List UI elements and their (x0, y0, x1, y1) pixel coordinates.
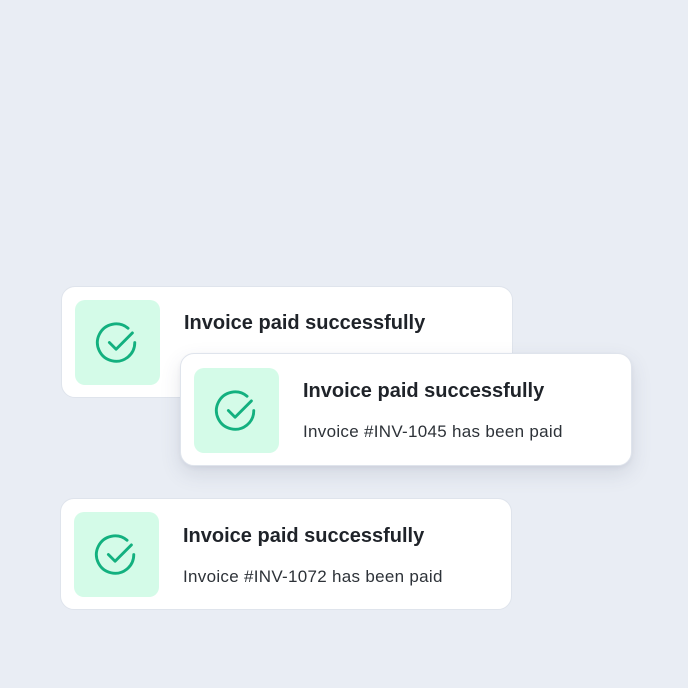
check-circle-icon (214, 389, 255, 431)
notification-message: Invoice #INV-1045 has been paid (303, 422, 563, 441)
success-icon-tile (74, 512, 159, 597)
notification-title: Invoice paid successfully (183, 525, 425, 547)
notification-title: Invoice paid successfully (303, 380, 545, 402)
check-circle-icon (95, 321, 136, 363)
notification-message: Invoice #INV-1072 has been paid (183, 567, 443, 586)
notification-toast-bottom[interactable]: Invoice paid successfully Invoice #INV-1… (60, 498, 512, 610)
notification-title: Invoice paid successfully (184, 312, 426, 334)
check-circle-icon (94, 533, 135, 575)
notification-toast-front[interactable]: Invoice paid successfully Invoice #INV-1… (180, 353, 632, 466)
success-icon-tile (75, 300, 160, 385)
success-icon-tile (194, 368, 279, 453)
